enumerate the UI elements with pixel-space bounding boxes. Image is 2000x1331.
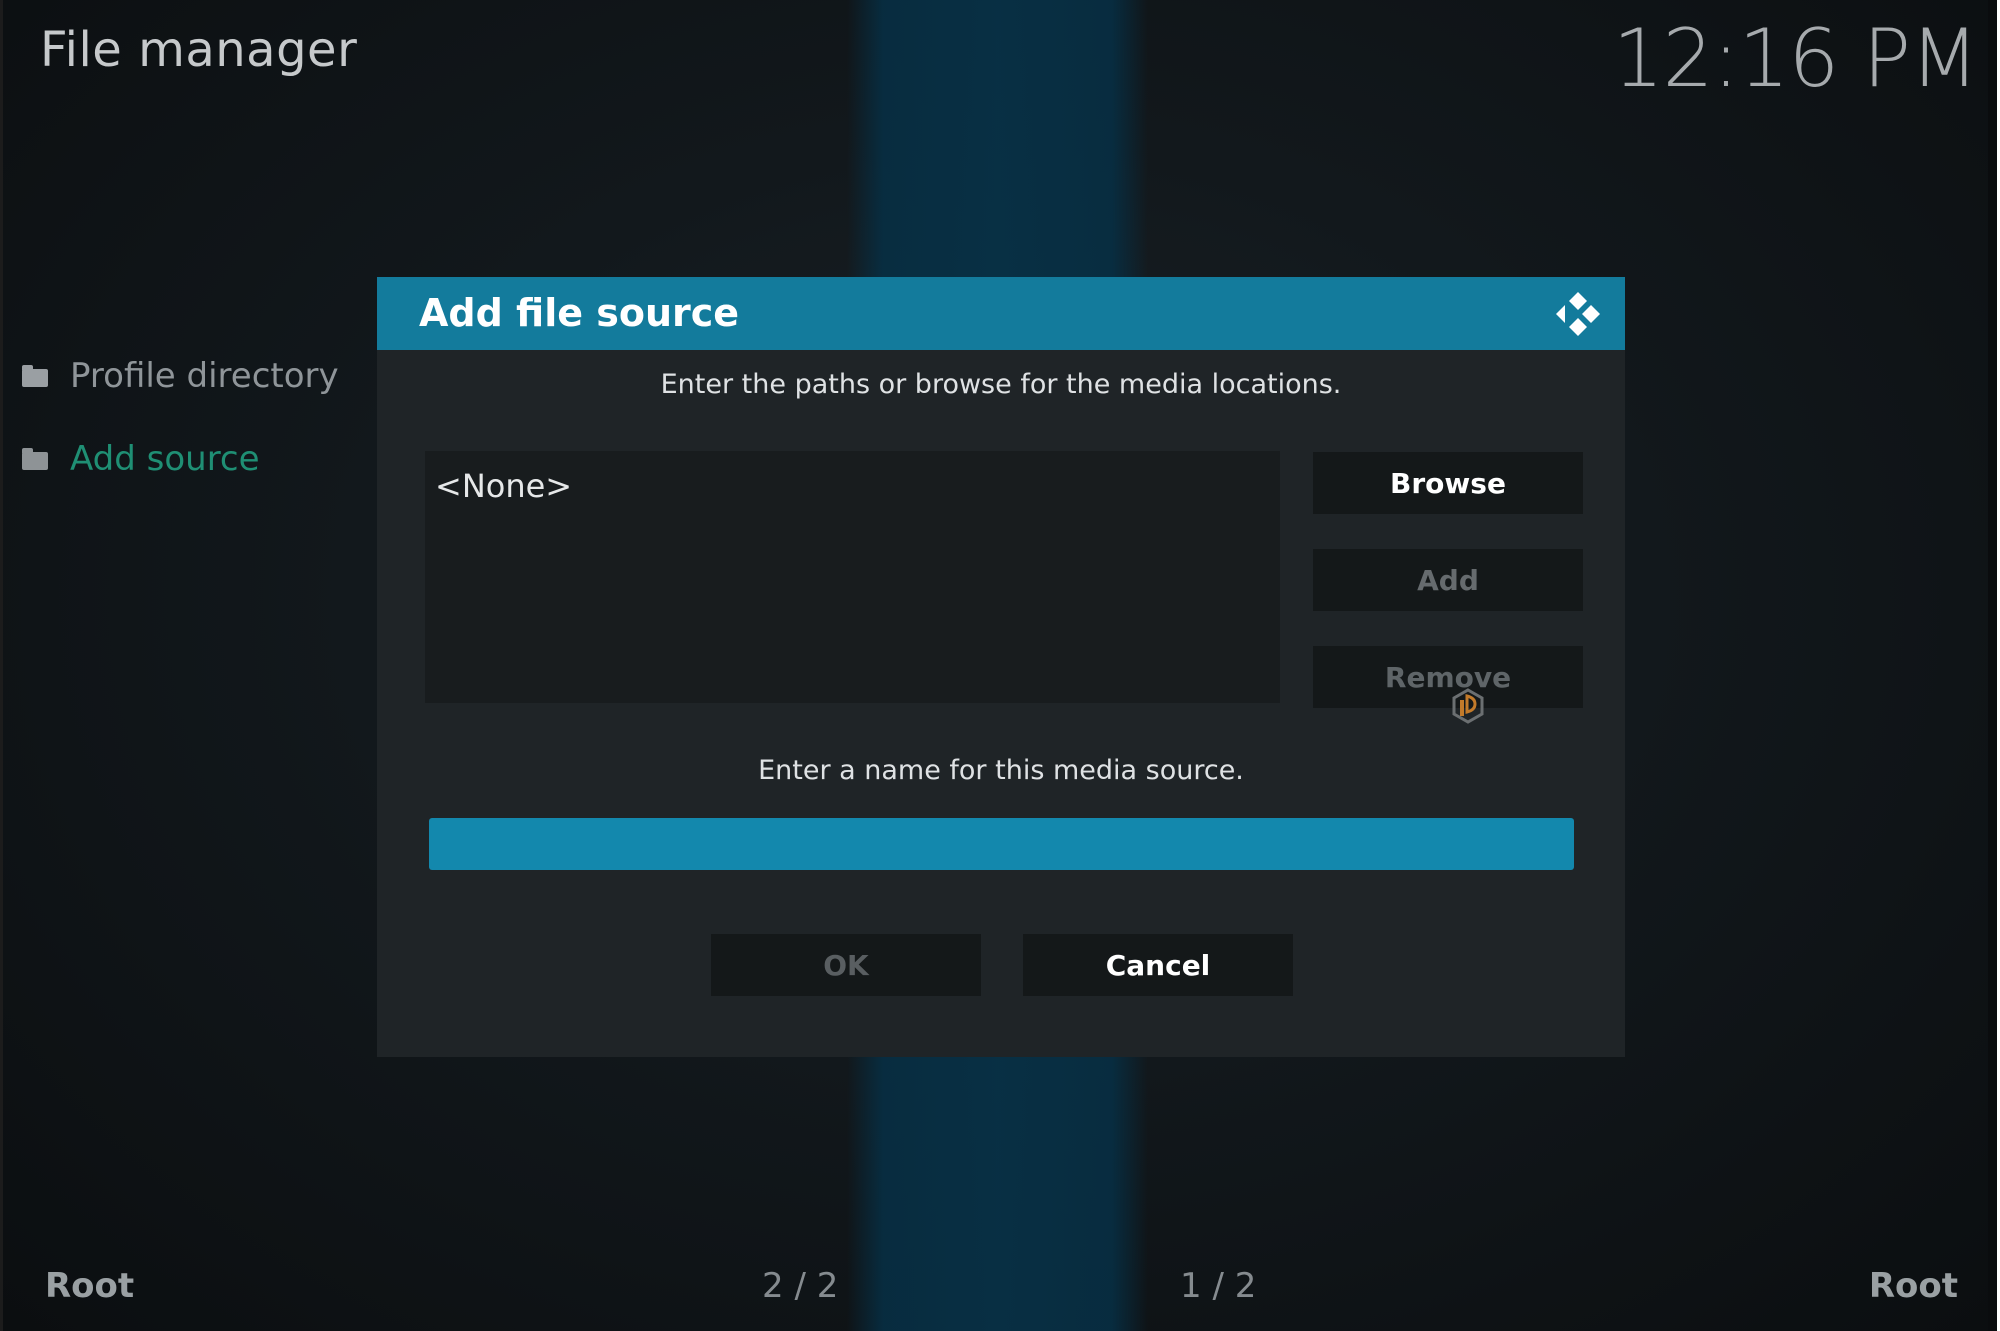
footer-count-right: 1 / 2 (1180, 1266, 1257, 1306)
dialog-header: Add file source (377, 277, 1625, 350)
footer-root-right: Root (1868, 1266, 1958, 1306)
kodi-logo-icon (1556, 292, 1600, 336)
ok-button[interactable]: OK (711, 934, 981, 996)
media-source-name-input[interactable] (429, 818, 1574, 870)
paths-instruction: Enter the paths or browse for the media … (660, 369, 1342, 400)
sidebar-item-profile-directory[interactable]: Profile directory (22, 352, 339, 400)
paths-list[interactable]: <None> (425, 451, 1280, 703)
add-file-source-dialog: Add file source Enter the paths or brows… (377, 277, 1625, 1057)
cancel-button[interactable]: Cancel (1023, 934, 1293, 996)
cursor-icon (1452, 688, 1484, 724)
folder-icon (22, 448, 48, 470)
page-title: File manager (40, 22, 358, 78)
browse-button[interactable]: Browse (1313, 452, 1583, 514)
list-item[interactable]: <None> (435, 467, 572, 505)
clock: 12:16 PM (1612, 12, 1979, 105)
frame-edge-right-shadow (1988, 0, 1997, 1331)
sidebar-item-label: Add source (70, 439, 260, 479)
remove-button[interactable]: Remove (1313, 646, 1583, 708)
footer-count-left: 2 / 2 (762, 1266, 839, 1306)
dialog-title: Add file source (419, 291, 740, 335)
sidebar-item-add-source[interactable]: Add source (22, 435, 260, 483)
footer-root-left: Root (45, 1266, 135, 1306)
frame-edge-left (0, 0, 3, 1331)
add-button[interactable]: Add (1313, 549, 1583, 611)
sidebar-item-label: Profile directory (70, 356, 339, 396)
folder-icon (22, 365, 48, 387)
name-instruction: Enter a name for this media source. (758, 755, 1244, 786)
